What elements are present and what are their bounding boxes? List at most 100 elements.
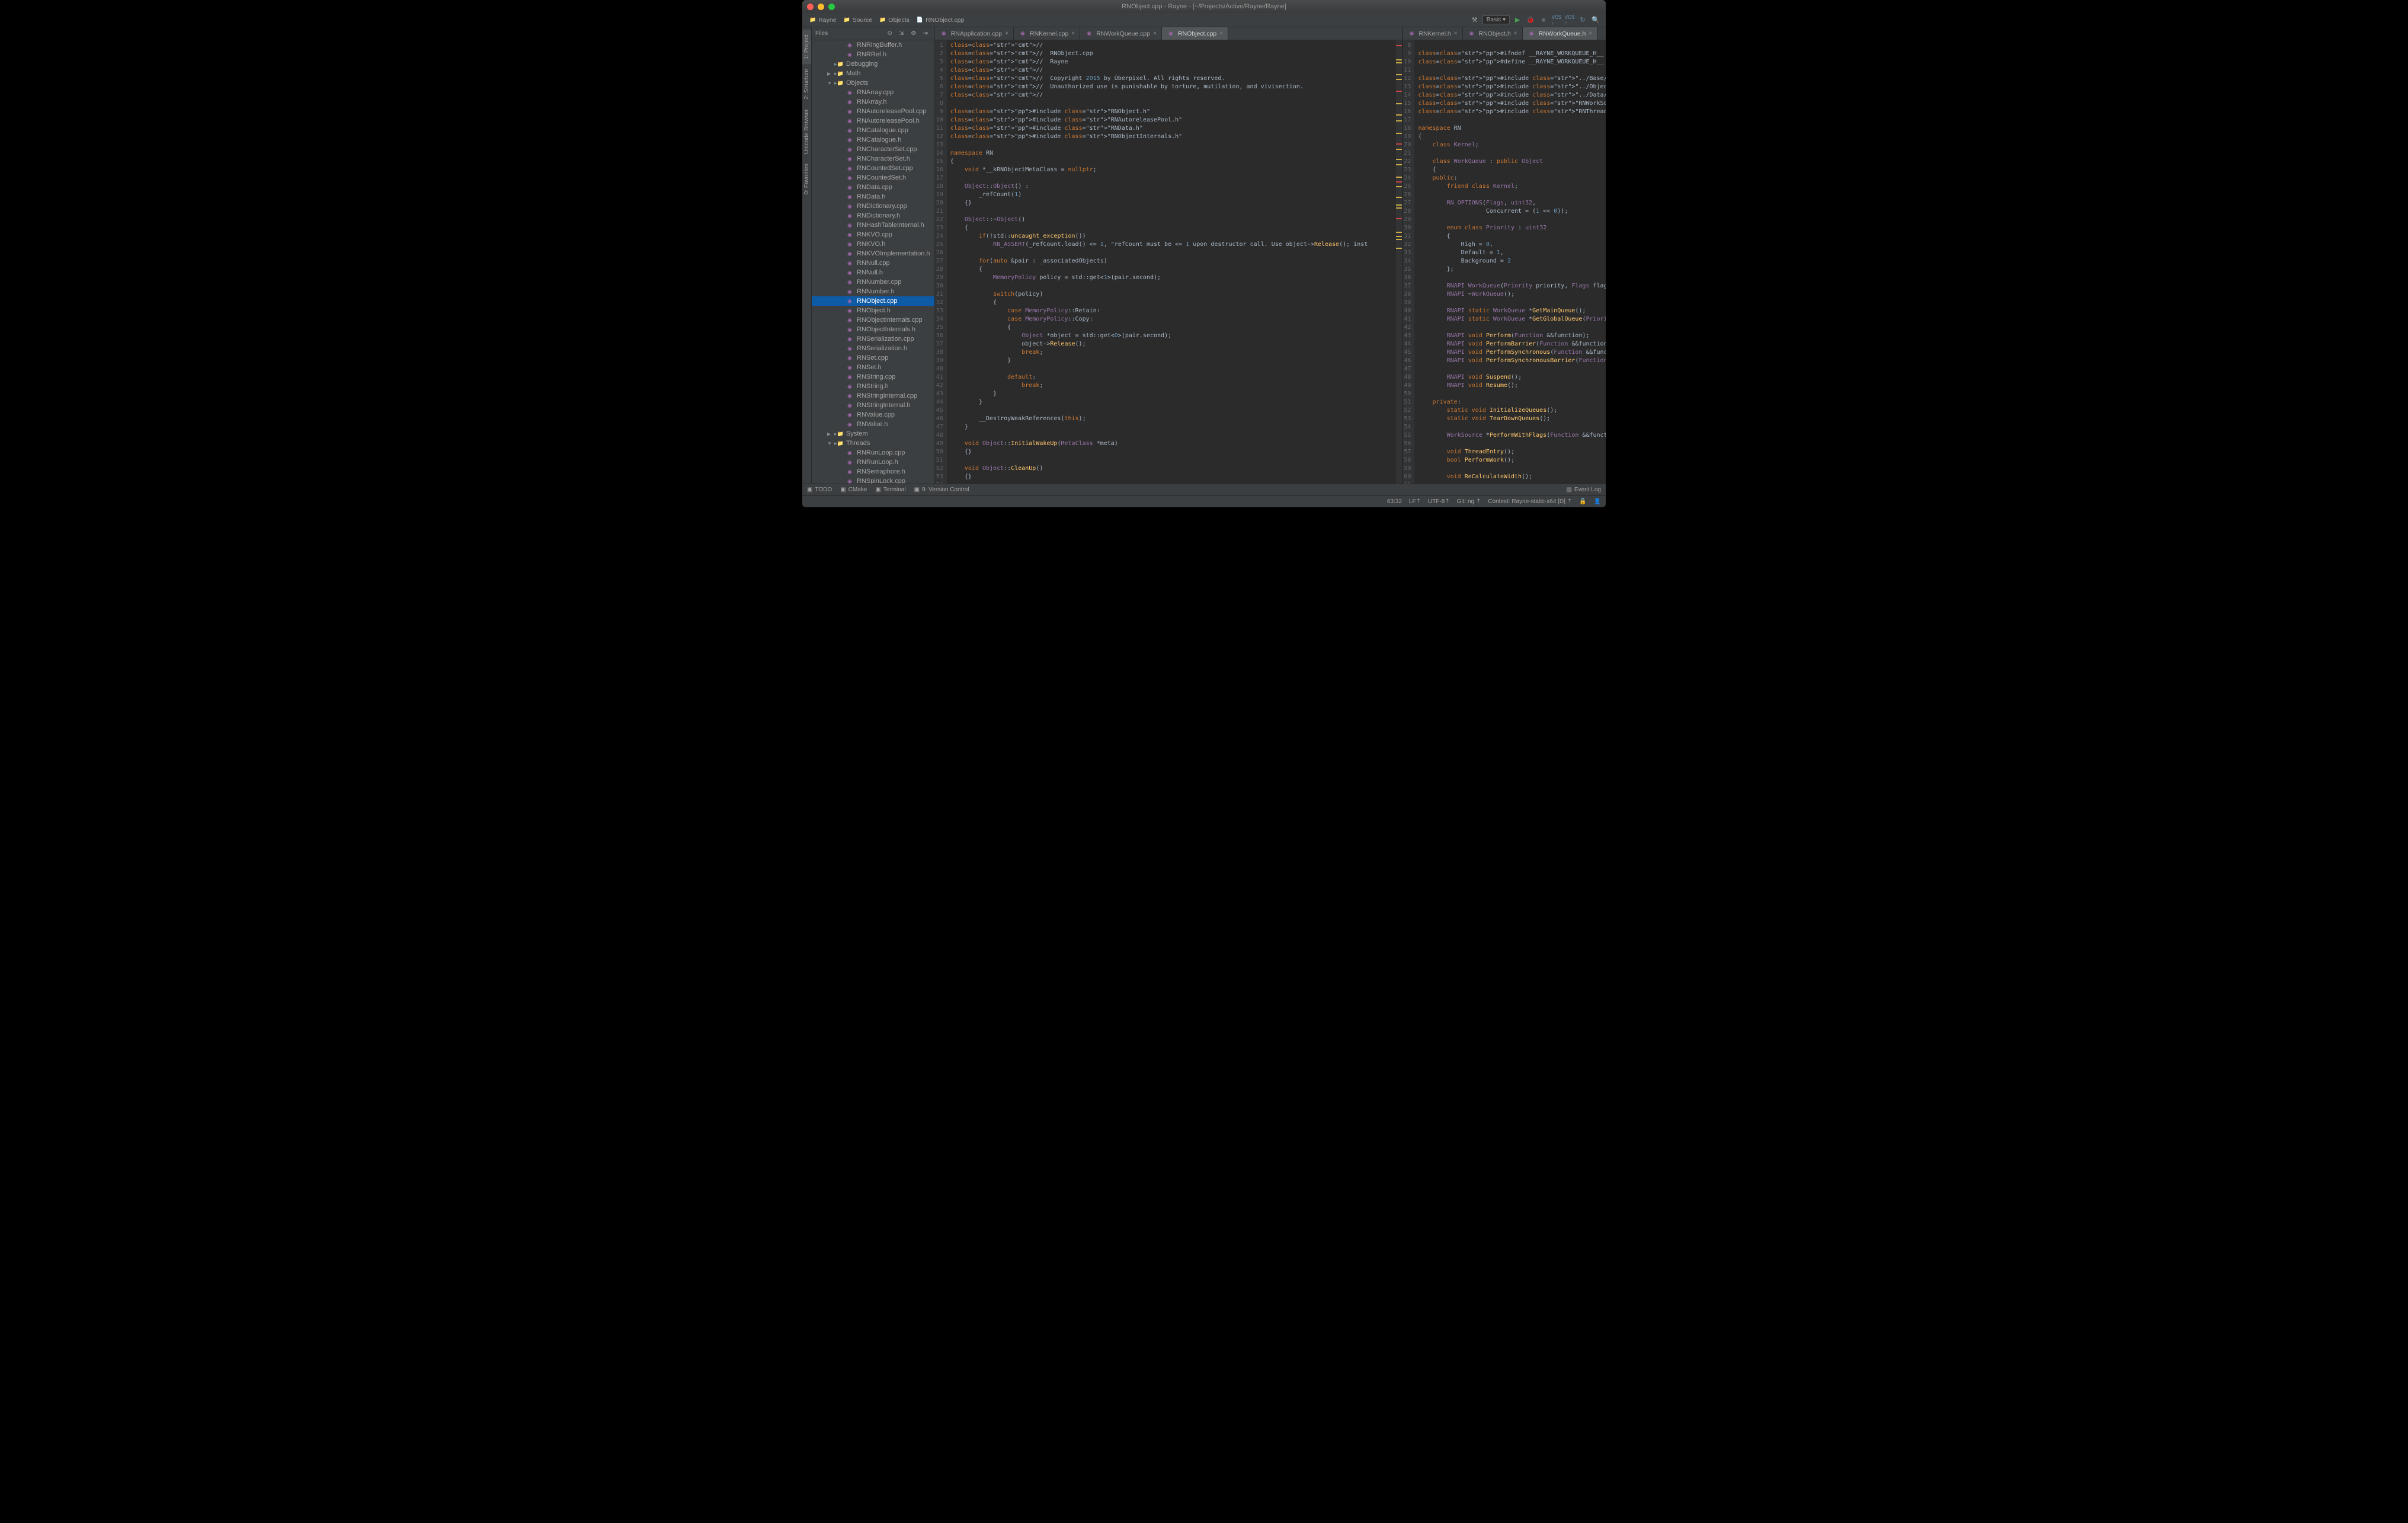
tree-file[interactable]: ◉RNArray.h bbox=[812, 97, 934, 107]
tree-file[interactable]: ◉RNValue.cpp bbox=[812, 410, 934, 420]
overview-marker[interactable] bbox=[1396, 159, 1402, 160]
code-line[interactable]: { bbox=[1418, 166, 1606, 174]
editor-tab[interactable]: ◉RNWorkQueue.cpp× bbox=[1080, 27, 1162, 40]
code-line[interactable]: High = 0, bbox=[1418, 241, 1606, 249]
overview-marker[interactable] bbox=[1396, 91, 1402, 92]
code-line[interactable] bbox=[950, 282, 1393, 290]
code-line[interactable]: namespace RN bbox=[950, 149, 1393, 158]
code-line[interactable] bbox=[950, 174, 1393, 183]
code-line[interactable]: class=class="str">"cmt">// Rayne bbox=[950, 58, 1393, 66]
stop-button[interactable]: ■ bbox=[1538, 15, 1549, 25]
code-line[interactable] bbox=[1418, 299, 1606, 307]
code-line[interactable]: RN_OPTIONS(Flags, uint32, bbox=[1418, 199, 1606, 207]
overview-marker[interactable] bbox=[1396, 236, 1402, 237]
overview-marker[interactable] bbox=[1396, 79, 1402, 80]
code-line[interactable]: Background = 2 bbox=[1418, 257, 1606, 265]
caret-position[interactable]: 63:32 bbox=[1387, 498, 1402, 505]
overview-marker[interactable] bbox=[1396, 177, 1402, 178]
bottom-tab[interactable]: ▣CMake bbox=[840, 487, 867, 493]
overview-marker[interactable] bbox=[1396, 59, 1402, 60]
code-line[interactable]: Object::Object() : bbox=[950, 183, 1393, 191]
code-line[interactable]: RNAPI static WorkQueue *GetGlobalQueue(P… bbox=[1418, 315, 1606, 324]
code-line[interactable]: class=class="str">"cmt">// bbox=[950, 66, 1393, 75]
tree-file[interactable]: ◉RNObject.cpp bbox=[812, 296, 934, 306]
code-line[interactable]: __DestroyWeakReferences(this); bbox=[950, 415, 1393, 423]
close-tab-icon[interactable]: × bbox=[1219, 30, 1223, 37]
overview-marker[interactable] bbox=[1396, 164, 1402, 165]
vcs-commit-button[interactable]: VCS↑ bbox=[1564, 15, 1575, 25]
code-line[interactable] bbox=[1418, 440, 1606, 448]
tree-file[interactable]: ◉RNNumber.cpp bbox=[812, 277, 934, 287]
close-tab-icon[interactable]: × bbox=[1005, 30, 1008, 37]
tree-file[interactable]: ◉RNValue.h bbox=[812, 420, 934, 429]
code-line[interactable] bbox=[1418, 191, 1606, 199]
run-configuration[interactable]: Basic ▾ bbox=[1482, 15, 1510, 24]
breadcrumb-item[interactable]: 📁Source bbox=[841, 16, 875, 24]
editor-tab[interactable]: ◉RNApplication.cpp× bbox=[935, 27, 1014, 40]
code-line[interactable]: static void TearDownQueues(); bbox=[1418, 415, 1606, 423]
overview-marker[interactable] bbox=[1396, 207, 1402, 209]
code-line[interactable]: for(auto &pair : _associatedObjects) bbox=[950, 257, 1393, 265]
code-line[interactable]: RNAPI void PerformBarrier(Function &&fun… bbox=[1418, 340, 1606, 348]
overview-marker[interactable] bbox=[1396, 181, 1402, 183]
code-line[interactable]: RNAPI WorkQueue(Priority priority, Flags… bbox=[1418, 282, 1606, 290]
code-line[interactable]: { bbox=[950, 299, 1393, 307]
overview-marker[interactable] bbox=[1396, 143, 1402, 145]
code-line[interactable]: default: bbox=[950, 373, 1393, 382]
build-button[interactable]: ⚒ bbox=[1469, 15, 1480, 25]
git-branch[interactable]: Git: ng ⇡ bbox=[1457, 498, 1481, 505]
breadcrumb-item[interactable]: 📁Objects bbox=[877, 16, 912, 24]
code-line[interactable]: bool PerformWork(); bbox=[1418, 456, 1606, 465]
breadcrumb-item[interactable]: 📁Rayne bbox=[807, 16, 839, 24]
tree-file[interactable]: ◉RNNull.cpp bbox=[812, 258, 934, 268]
code-line[interactable]: break; bbox=[950, 382, 1393, 390]
code-line[interactable] bbox=[950, 481, 1393, 484]
code-line[interactable]: class=class="str">"cmt">// Unauthorized … bbox=[950, 83, 1393, 91]
code-line[interactable]: RNAPI void Resume(); bbox=[1418, 382, 1606, 390]
tree-folder[interactable]: ▸📁Debugging bbox=[812, 59, 934, 69]
panel-hide-icon[interactable]: ⇥ bbox=[920, 28, 931, 39]
code-line[interactable]: void Object::InitialWakeUp(MetaClass *me… bbox=[950, 440, 1393, 448]
code-line[interactable]: } bbox=[950, 390, 1393, 398]
side-tab[interactable]: 1: Project bbox=[802, 30, 811, 64]
overview-marker[interactable] bbox=[1396, 74, 1402, 75]
code-line[interactable]: Concurrent = (1 << 0)); bbox=[1418, 207, 1606, 216]
code-line[interactable]: { bbox=[950, 224, 1393, 232]
tree-file[interactable]: ◉RNData.cpp bbox=[812, 183, 934, 192]
file-tree[interactable]: ◉RNRingBuffer.h◉RNRRef.h▸📁Debugging▶▸📁Ma… bbox=[812, 40, 934, 484]
bottom-tab[interactable]: ▣9: Version Control bbox=[914, 487, 969, 493]
debug-button[interactable]: 🐞 bbox=[1525, 15, 1536, 25]
code-line[interactable]: class=class="str">"pp">#include class="s… bbox=[1418, 108, 1606, 116]
panel-target-icon[interactable]: ⊙ bbox=[885, 28, 895, 39]
tree-file[interactable]: ◉RNAutoreleasePool.cpp bbox=[812, 107, 934, 116]
code-line[interactable]: break; bbox=[950, 348, 1393, 357]
overview-marker[interactable] bbox=[1396, 133, 1402, 134]
code-line[interactable]: void ReCalculateWidth(); bbox=[1418, 473, 1606, 481]
code-line[interactable]: class=class="str">"cmt">// bbox=[950, 41, 1393, 50]
tree-file[interactable]: ◉RNNumber.h bbox=[812, 287, 934, 296]
update-project-button[interactable]: ↻ bbox=[1577, 15, 1588, 25]
code-line[interactable]: class=class="str">"pp">#include class="s… bbox=[950, 133, 1393, 141]
tree-file[interactable]: ◉RNKVO.cpp bbox=[812, 230, 934, 239]
code-line[interactable]: { bbox=[950, 158, 1393, 166]
tree-file[interactable]: ◉RNRRef.h bbox=[812, 50, 934, 59]
code-line[interactable] bbox=[950, 249, 1393, 257]
code-line[interactable]: class=class="str">"cmt">// Copyright 201… bbox=[950, 75, 1393, 83]
tree-file[interactable]: ◉RNCatalogue.h bbox=[812, 135, 934, 145]
code-line[interactable]: private: bbox=[1418, 398, 1606, 407]
tree-file[interactable]: ◉RNString.h bbox=[812, 382, 934, 391]
code-line[interactable] bbox=[950, 207, 1393, 216]
code-line[interactable] bbox=[950, 456, 1393, 465]
tree-file[interactable]: ◉RNCharacterSet.h bbox=[812, 154, 934, 164]
tree-file[interactable]: ◉RNArray.cpp bbox=[812, 88, 934, 97]
tree-folder[interactable]: ▶▸📁Math bbox=[812, 69, 934, 78]
side-tab[interactable]: 2: Structure bbox=[802, 64, 811, 104]
code-line[interactable] bbox=[1418, 465, 1606, 473]
right-code[interactable]: class=class="str">"pp">#ifndef __RAYNE_W… bbox=[1414, 40, 1606, 484]
editor-tab[interactable]: ◉RNWorkQueue.h× bbox=[1523, 27, 1598, 40]
code-line[interactable]: class=class="str">"cmt">// bbox=[950, 91, 1393, 100]
bottom-tab[interactable]: ▣Terminal bbox=[875, 487, 905, 493]
code-line[interactable]: RNAPI ~WorkQueue(); bbox=[1418, 290, 1606, 299]
side-tab[interactable]: 0: Favorites bbox=[802, 159, 811, 199]
code-line[interactable]: class=class="str">"pp">#include class="s… bbox=[950, 116, 1393, 124]
